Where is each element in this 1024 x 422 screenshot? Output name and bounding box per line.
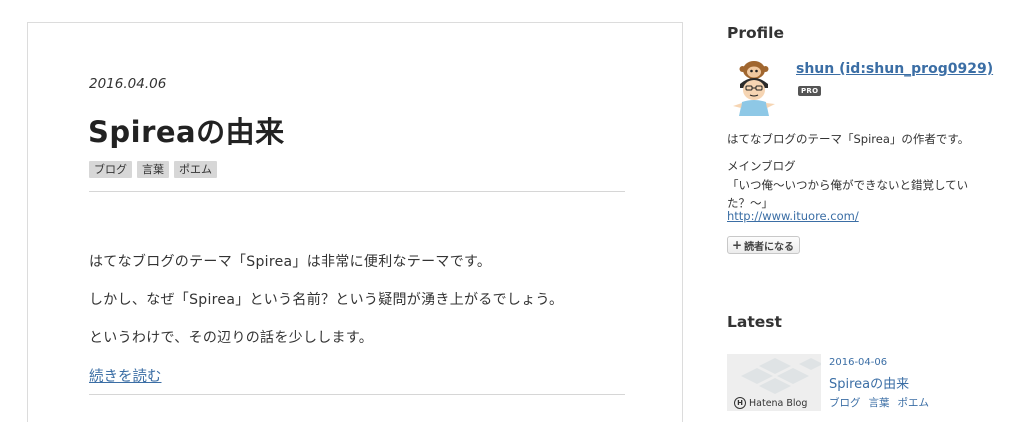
tag-words[interactable]: 言葉 bbox=[137, 161, 169, 178]
latest-thumbnail[interactable]: H Hatena Blog bbox=[727, 354, 821, 411]
hatena-blog-logo: H Hatena Blog bbox=[734, 397, 807, 409]
latest-item-title-link[interactable]: Spireaの由来 bbox=[829, 373, 909, 392]
read-more-link[interactable]: 続きを読む bbox=[89, 365, 162, 386]
latest-tag-poem[interactable]: ポエム bbox=[898, 395, 930, 410]
main-blog-url-link[interactable]: http://www.ituore.com/ bbox=[727, 209, 859, 223]
post-paragraph: というわけで、その辺りの話を少しします。 bbox=[89, 330, 374, 346]
latest-tag-blog[interactable]: ブログ bbox=[829, 395, 861, 410]
latest-heading: Latest bbox=[727, 313, 782, 331]
hatena-blog-text: Hatena Blog bbox=[749, 397, 808, 409]
main-blog-label: メインブログ bbox=[727, 159, 796, 173]
profile-username-link[interactable]: shun (id:shun_prog0929) bbox=[796, 61, 993, 77]
profile-description: はてなブログのテーマ「Spirea」の作者です。 bbox=[727, 132, 970, 146]
article-card: 2016.04.06 Spireaの由来 ブログ 言葉 ポエム はてなブログのテ… bbox=[27, 22, 683, 422]
subscribe-button[interactable]: + 読者になる bbox=[727, 236, 801, 254]
pro-badge: PRO bbox=[798, 86, 822, 96]
post-paragraph: しかし、なぜ「Spirea」という名前？という疑問が湧き上がるでしょう。 bbox=[89, 292, 564, 308]
profile-heading: Profile bbox=[727, 24, 784, 42]
tag-poem[interactable]: ポエム bbox=[174, 161, 217, 178]
post-date: 2016.04.06 bbox=[89, 76, 167, 92]
latest-item-tags: ブログ 言葉 ポエム bbox=[829, 395, 929, 410]
post-tags: ブログ 言葉 ポエム bbox=[89, 161, 217, 178]
subscribe-label: 読者になる bbox=[744, 241, 795, 253]
post-paragraph: はてなブログのテーマ「Spirea」は非常に便利なテーマです。 bbox=[89, 254, 492, 270]
divider bbox=[89, 394, 625, 395]
divider bbox=[89, 191, 625, 192]
sidebar: Profile shun (id:shun_prog0929) PRO はてなブ… bbox=[727, 0, 1007, 411]
avatar[interactable] bbox=[727, 58, 785, 116]
plus-icon: + bbox=[732, 238, 743, 252]
tag-blog[interactable]: ブログ bbox=[89, 161, 132, 178]
latest-tag-words[interactable]: 言葉 bbox=[869, 395, 890, 410]
hatena-icon: H bbox=[734, 397, 746, 409]
main-blog-name: 「いつ俺〜いつから俺ができないと錯覚していた？〜」 bbox=[727, 178, 969, 210]
post-title[interactable]: Spireaの由来 bbox=[88, 109, 285, 151]
latest-item-date: 2016-04-06 bbox=[829, 357, 888, 368]
